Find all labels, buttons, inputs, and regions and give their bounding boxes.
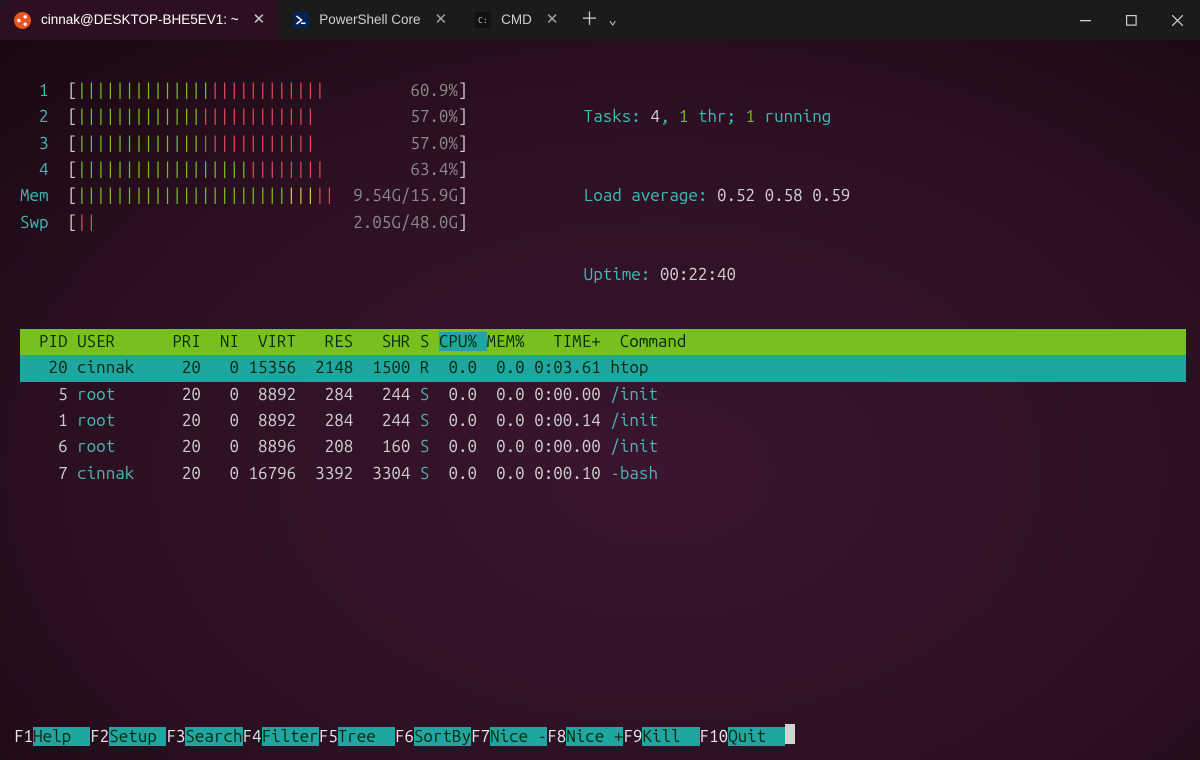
process-row[interactable]: 7 cinnak 20 0 16796 3392 3304 S 0.0 0.0 … xyxy=(20,461,1186,487)
fkey-label-F2[interactable]: Setup xyxy=(109,727,166,746)
tab-powershell[interactable]: PowerShell Core ✕ xyxy=(279,0,461,40)
process-header[interactable]: PID USER PRI NI VIRT RES SHR S CPU% MEM%… xyxy=(20,329,1186,355)
fkey-label-F1[interactable]: Help xyxy=(33,727,90,746)
window-controls xyxy=(1062,0,1200,40)
tasks-label: Tasks: xyxy=(584,107,651,126)
tab-label: cinnak@DESKTOP-BHE5EV1: ~ xyxy=(41,10,239,31)
powershell-icon xyxy=(293,12,309,28)
sort-column-cpu[interactable]: CPU% xyxy=(439,332,487,351)
uptime-label: Uptime: xyxy=(584,265,660,284)
tabs: cinnak@DESKTOP-BHE5EV1: ~ ✕ PowerShell C… xyxy=(0,0,572,40)
mem-meter: Mem [||||||||||||||||||||||||||| 9.54G/1… xyxy=(20,183,468,209)
fkey-F2[interactable]: F2 xyxy=(90,727,109,746)
tab-label: CMD xyxy=(501,10,532,31)
close-window-button[interactable] xyxy=(1154,0,1200,40)
cmd-icon: C: xyxy=(475,12,491,28)
fkey-label-F6[interactable]: SortBy xyxy=(414,727,471,746)
system-info: Tasks: 4, 1 thr; 1 running Load average:… xyxy=(508,78,851,315)
cpu-meters: 1 [|||||||||||||||||||||||||| 60.9%] 2 [… xyxy=(20,78,468,315)
cpu-meter-3: 3 [||||||||||||||||||||||||| 57.0%] xyxy=(20,131,468,157)
process-row[interactable]: 6 root 20 0 8896 208 160 S 0.0 0.0 0:00.… xyxy=(20,434,1186,460)
titlebar: cinnak@DESKTOP-BHE5EV1: ~ ✕ PowerShell C… xyxy=(0,0,1200,40)
fkey-F9[interactable]: F9 xyxy=(623,727,642,746)
fkey-F8[interactable]: F8 xyxy=(547,727,566,746)
process-row[interactable]: 20 cinnak 20 0 15356 2148 1500 R 0.0 0.0… xyxy=(20,355,1186,381)
maximize-button[interactable] xyxy=(1108,0,1154,40)
process-row[interactable]: 1 root 20 0 8892 284 244 S 0.0 0.0 0:00.… xyxy=(20,408,1186,434)
fkey-label-F8[interactable]: Nice + xyxy=(566,727,623,746)
process-row[interactable]: 5 root 20 0 8892 284 244 S 0.0 0.0 0:00.… xyxy=(20,382,1186,408)
fkey-label-F4[interactable]: Filter xyxy=(262,727,319,746)
fkey-F3[interactable]: F3 xyxy=(166,727,185,746)
terminal[interactable]: 1 [|||||||||||||||||||||||||| 60.9%] 2 [… xyxy=(0,40,1200,760)
fkey-F1[interactable]: F1 xyxy=(14,727,33,746)
close-icon[interactable]: ✕ xyxy=(546,8,559,31)
function-key-bar: F1Help F2Setup F3SearchF4FilterF5Tree F6… xyxy=(14,724,1186,750)
fkey-F7[interactable]: F7 xyxy=(471,727,490,746)
cpu-meter-1: 1 [|||||||||||||||||||||||||| 60.9%] xyxy=(20,78,468,104)
fkey-F5[interactable]: F5 xyxy=(319,727,338,746)
fkey-label-F7[interactable]: Nice - xyxy=(490,727,547,746)
process-list[interactable]: 20 cinnak 20 0 15356 2148 1500 R 0.0 0.0… xyxy=(20,355,1186,487)
tab-dropdown-button[interactable]: ⌄ xyxy=(608,9,616,31)
swp-meter: Swp [|| 2.05G/48.0G] xyxy=(20,210,468,236)
minimize-button[interactable] xyxy=(1062,0,1108,40)
fkey-F4[interactable]: F4 xyxy=(243,727,262,746)
fkey-F10[interactable]: F10 xyxy=(700,727,729,746)
cpu-meter-2: 2 [||||||||||||||||||||||||| 57.0%] xyxy=(20,104,468,130)
fkey-label-F10[interactable]: Quit xyxy=(728,727,785,746)
tab-label: PowerShell Core xyxy=(319,10,420,31)
new-tab-button[interactable]: ＋ xyxy=(580,6,598,34)
fkey-label-F9[interactable]: Kill xyxy=(642,727,699,746)
cpu-meter-4: 4 [|||||||||||||||||||||||||| 63.4%] xyxy=(20,157,468,183)
tab-ubuntu[interactable]: cinnak@DESKTOP-BHE5EV1: ~ ✕ xyxy=(0,0,279,40)
cursor xyxy=(785,724,794,744)
tab-cmd[interactable]: C: CMD ✕ xyxy=(461,0,572,40)
load-label: Load average: xyxy=(584,186,717,205)
close-icon[interactable]: ✕ xyxy=(253,8,266,31)
ubuntu-icon xyxy=(14,12,31,29)
fkey-F6[interactable]: F6 xyxy=(395,727,414,746)
close-icon[interactable]: ✕ xyxy=(435,8,448,31)
fkey-label-F3[interactable]: Search xyxy=(185,727,242,746)
svg-text:C:: C: xyxy=(478,16,488,25)
fkey-label-F5[interactable]: Tree xyxy=(338,727,395,746)
